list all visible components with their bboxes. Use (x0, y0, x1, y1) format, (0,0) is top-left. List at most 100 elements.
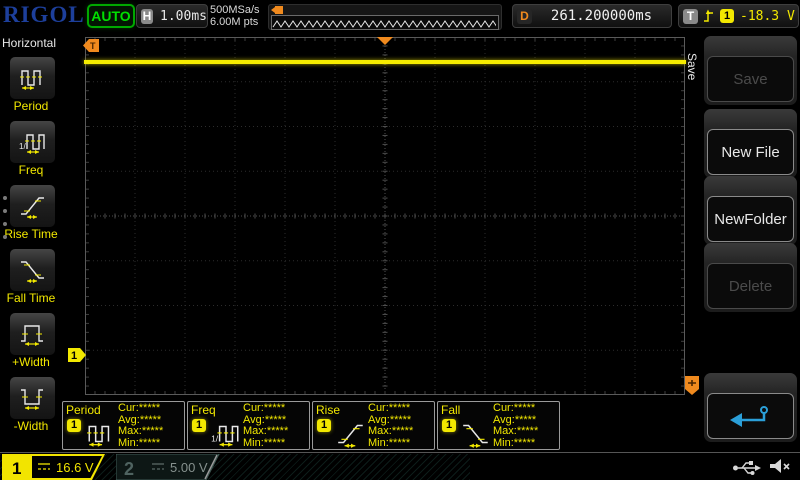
measurement-channel-badge: 1 (442, 419, 456, 432)
speaker-muted-icon (768, 456, 792, 476)
channel1-indicator[interactable]: 1 16.6 V (2, 454, 114, 480)
memory-depth: 6.00M pts (210, 16, 260, 28)
stat-value: ***** (140, 414, 161, 426)
svg-text:5.00 V: 5.00 V (170, 460, 208, 475)
sidebar-title: Horizontal (2, 36, 56, 50)
h-key-chip: H (141, 9, 153, 24)
sample-rate-block: 500MSa/s 6.00M pts (210, 4, 260, 28)
stat-value: ***** (392, 425, 413, 437)
sidebar-item-minus-width[interactable] (9, 376, 56, 420)
stat-value: ***** (514, 437, 535, 449)
stat-value: ***** (390, 414, 411, 426)
svg-text:1/: 1/ (19, 142, 26, 151)
acquisition-status-badge: AUTO (87, 4, 135, 28)
return-arrow-icon (728, 403, 774, 429)
measurement-name: Fall (441, 403, 460, 417)
svg-text:16.6 V: 16.6 V (56, 460, 94, 475)
rise-icon (335, 420, 367, 448)
delete-button[interactable]: Delete (707, 263, 794, 309)
sidebar-item-fall-time-label: Fall Time (0, 291, 62, 305)
sidebar-item-period-label: Period (0, 99, 62, 113)
delay-readout-box: D 261.200000ms (512, 4, 672, 28)
period-icon (85, 420, 117, 448)
horizontal-timebase-box: H 1.00ms (136, 4, 208, 28)
delete-button-slot: Delete (704, 243, 797, 312)
rise-time-icon (18, 193, 48, 219)
new-file-button-slot: New File (704, 109, 797, 178)
stat-value: ***** (267, 425, 288, 437)
waveform-memory-preview (268, 4, 502, 30)
period-icon (18, 65, 48, 91)
status-icons (732, 456, 792, 476)
stat-value: ***** (515, 414, 536, 426)
svg-text:2: 2 (124, 459, 134, 479)
channel2-indicator[interactable]: 2 5.00 V (116, 454, 228, 480)
timebase-value: 1.00ms (160, 9, 207, 24)
measurement-name: Rise (316, 403, 340, 417)
back-button[interactable] (707, 393, 794, 439)
graticule (85, 37, 685, 395)
stat-value: ***** (139, 402, 160, 414)
sidebar-item-minus-width-label: -Width (0, 419, 62, 433)
measurement-panel-freq: Freq 1 1/ Cur:***** Avg:***** Max:***** … (187, 401, 310, 450)
trigger-level-value: -18.3 V (740, 9, 795, 24)
freq-icon: 1/ (210, 420, 242, 448)
sidebar-item-period[interactable] (9, 56, 56, 100)
sidebar-item-plus-width[interactable] (9, 312, 56, 356)
channel1-trace (84, 60, 686, 64)
rising-edge-icon (702, 8, 715, 24)
stat-value: ***** (389, 437, 410, 449)
measurement-stats: Cur:***** Avg:***** Max:***** Min:***** (493, 403, 538, 449)
new-folder-button-slot: NewFolder (704, 176, 797, 245)
measurement-panel-rise: Rise 1 Cur:***** Avg:***** Max:***** Min… (312, 401, 435, 450)
stat-value: ***** (139, 437, 160, 449)
trigger-level-marker (685, 376, 700, 396)
measurement-stats: Cur:***** Avg:***** Max:***** Min:***** (118, 403, 163, 449)
measurement-name: Freq (191, 403, 216, 417)
d-key-chip: D (517, 9, 532, 24)
channel1-level-marker: 1 (68, 348, 87, 362)
stat-value: ***** (142, 425, 163, 437)
new-folder-button[interactable]: NewFolder (707, 196, 794, 242)
rigol-logo: RIGOL (3, 2, 85, 28)
page-dot (3, 209, 7, 213)
horizontal-measure-sidebar: Horizontal Period 1/ Freq (0, 31, 62, 452)
top-status-bar: RIGOL AUTO H 1.00ms 500MSa/s 6.00M pts D… (0, 0, 800, 31)
sidebar-item-freq[interactable]: 1/ (9, 120, 56, 164)
minus-width-icon (18, 385, 48, 411)
usb-icon (732, 456, 762, 476)
measurement-name: Period (66, 403, 101, 417)
menu-title-tab: Save (685, 53, 699, 80)
page-dot (3, 235, 7, 239)
measurement-stats: Cur:***** Avg:***** Max:***** Min:***** (368, 403, 413, 449)
sample-rate: 500MSa/s (210, 4, 260, 16)
svg-text:1: 1 (71, 350, 77, 362)
measurement-channel-badge: 1 (317, 419, 331, 432)
plus-width-icon (18, 321, 48, 347)
freq-icon: 1/ (18, 129, 48, 155)
waveform-display-area: T 1 (85, 37, 685, 395)
new-file-button[interactable]: New File (707, 129, 794, 175)
measurement-channel-badge: 1 (67, 419, 81, 432)
sidebar-item-rise-time-label: Rise Time (0, 227, 62, 241)
save-soft-menu: Save Save New File NewFolder Delete (700, 31, 800, 452)
stat-value: ***** (514, 402, 535, 414)
trigger-source-chip: 1 (720, 9, 734, 23)
trigger-time-marker: T (83, 39, 100, 52)
stat-value: ***** (265, 414, 286, 426)
save-button-slot: Save (704, 36, 797, 105)
channel-status-bar: 1 16.6 V 2 5.00 V (0, 452, 800, 480)
svg-text:T: T (90, 41, 96, 51)
stat-value: ***** (264, 437, 285, 449)
memory-waveform-strip (271, 15, 499, 30)
measurement-channel-badge: 1 (192, 419, 206, 432)
measurement-panel-period: Period 1 Cur:***** Avg:***** Max:***** M… (62, 401, 185, 450)
svg-text:1: 1 (12, 459, 21, 478)
svg-text:1/: 1/ (211, 433, 219, 443)
t-key-chip: T (683, 9, 698, 24)
sidebar-item-rise-time[interactable] (9, 184, 56, 228)
sidebar-item-fall-time[interactable] (9, 248, 56, 292)
save-button[interactable]: Save (707, 56, 794, 102)
stat-value: ***** (389, 402, 410, 414)
stat-value: ***** (517, 425, 538, 437)
